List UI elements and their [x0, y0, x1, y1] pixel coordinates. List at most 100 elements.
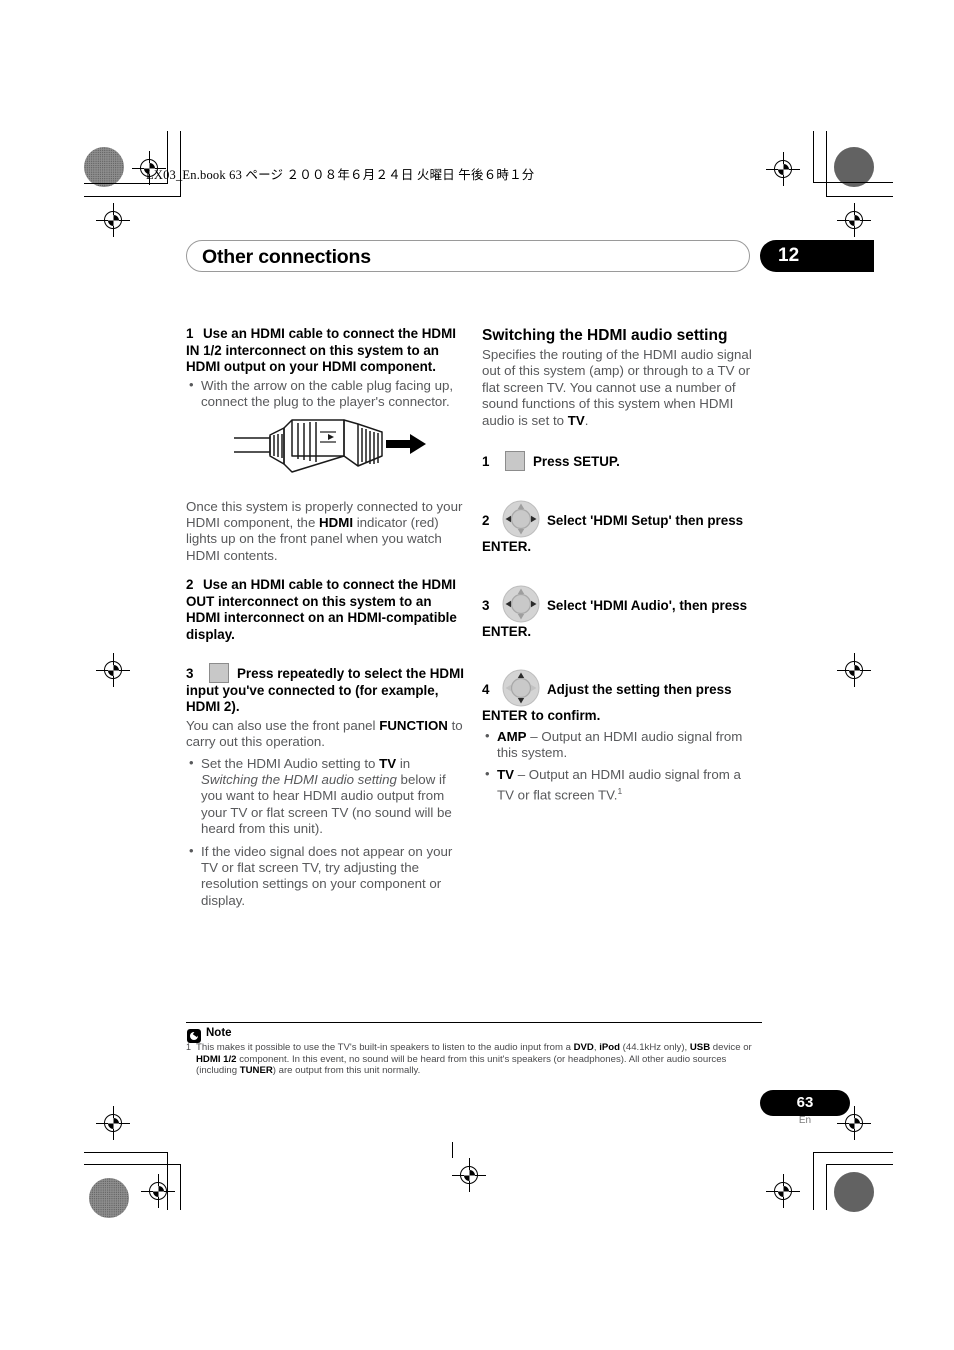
- fn-bold-usb: USB: [689, 1042, 711, 1053]
- direction-arrow-icon: [386, 434, 426, 454]
- halftone-dot-bottom-left: [89, 1178, 129, 1218]
- option-label-tv: TV: [497, 766, 514, 782]
- list-item: TV – Output an HDMI audio signal from a …: [482, 766, 760, 804]
- crop-mark: [84, 1152, 168, 1154]
- crop-mark: [813, 1152, 893, 1154]
- left-step-1-text: Use an HDMI cable to connect the HDMI IN…: [186, 326, 456, 375]
- body-part-1: You can also use the front panel: [186, 717, 380, 733]
- registration-cross-bottom-center: [452, 1158, 486, 1192]
- page-language-label: En: [798, 1115, 812, 1126]
- right-step-2: 2 Select 'HDMI Setup' then press ENTER.: [482, 499, 760, 556]
- bullet-bold-tv: TV: [379, 755, 397, 771]
- left-step-3-bullets: Set the HDMI Audio setting to TV in Swit…: [186, 755, 464, 910]
- left-step-1: 1 Use an HDMI cable to connect the HDMI I…: [186, 326, 464, 376]
- crop-mark: [813, 131, 815, 183]
- registration-cross-top-right: [766, 152, 800, 186]
- crop-mark: [826, 1164, 893, 1166]
- registration-cross-left-lower: [96, 1106, 130, 1140]
- left-step-3: 3 Press repeatedly to select the HDMI inp…: [186, 662, 464, 716]
- right-heading: Switching the HDMI audio setting: [482, 327, 728, 344]
- crop-mark: [826, 196, 893, 198]
- right-step-4-number: 4: [482, 682, 490, 698]
- registration-cross-right-mid: [837, 653, 871, 687]
- right-step-1-text: Press SETUP.: [533, 454, 620, 470]
- dpad-updown-icon[interactable]: [501, 668, 541, 708]
- list-item: Set the HDMI Audio setting to TV in Swit…: [186, 755, 464, 838]
- fn-bold-tuner: TUNER: [239, 1065, 273, 1077]
- print-job-header: LX03_En.book 63 ページ ２００８年６月２４日 火曜日 午後６時１…: [146, 168, 535, 182]
- bullet-part-2: in: [396, 755, 411, 771]
- fn-part-4: device or: [710, 1042, 752, 1053]
- note-label: Note: [206, 1027, 232, 1039]
- left-para-after-figure: Once this system is properly connected t…: [186, 499, 464, 565]
- registration-cross-bottom-left: [141, 1174, 175, 1208]
- option-desc-tv: – Output an HDMI audio signal from a TV …: [497, 766, 741, 803]
- left-step-3-body: You can also use the front panel FUNCTIO…: [186, 718, 464, 751]
- right-column: Switching the HDMI audio setting Specifi…: [482, 326, 760, 805]
- right-step-4-options: AMP – Output an HDMI audio signal from t…: [482, 728, 760, 804]
- right-step-3: 3 Select 'HDMI Audio', then press ENTER.: [482, 584, 760, 641]
- left-step-2-number: 2: [186, 577, 194, 593]
- bullet-italic-ref: Switching the HDMI audio setting: [201, 772, 397, 787]
- right-intro-paragraph: Specifies the routing of the HDMI audio …: [482, 347, 760, 429]
- footnote-number: 1: [186, 1042, 192, 1052]
- left-step-2-text: Use an HDMI cable to connect the HDMI OU…: [186, 577, 457, 642]
- option-label-amp: AMP: [497, 728, 527, 744]
- square-button-icon[interactable]: [209, 662, 229, 683]
- list-item: AMP – Output an HDMI audio signal from t…: [482, 728, 760, 762]
- footnote-divider: [186, 1022, 762, 1024]
- fn-part-6: ) are output from this unit normally.: [272, 1065, 421, 1077]
- fn-bold-ipod: iPod: [599, 1042, 621, 1053]
- footnote-text: This makes it possible to use the TV's b…: [196, 1042, 764, 1077]
- chapter-number-badge: 12: [760, 240, 874, 272]
- option-desc-amp: – Output an HDMI audio signal from this …: [497, 728, 743, 761]
- bullet-part-1: Set the HDMI Audio setting to: [201, 755, 380, 771]
- left-step-2: 2 Use an HDMI cable to connect the HDMI O…: [186, 577, 464, 643]
- crop-mark: [84, 196, 181, 198]
- left-step-1-bullets: With the arrow on the cable plug facing …: [186, 377, 464, 411]
- intro-part-1: Specifies the routing of the HDMI audio …: [482, 347, 752, 428]
- list-item: With the arrow on the cable plug facing …: [186, 377, 464, 411]
- halftone-dot-bottom-right: [834, 1172, 874, 1212]
- fn-bold-hdmi12: HDMI 1/2: [196, 1053, 237, 1065]
- dpad-icon[interactable]: [501, 584, 541, 624]
- body-bold-function: FUNCTION: [379, 717, 448, 733]
- para-bold-hdmi: HDMI: [319, 515, 354, 530]
- crop-mark: [826, 1164, 828, 1210]
- crop-mark: [813, 1152, 815, 1210]
- right-step-4: 4 Adjust the setting then press ENTER to …: [482, 668, 760, 725]
- footnote-ref[interactable]: 1: [617, 786, 622, 796]
- intro-bold-tv: TV: [567, 412, 585, 428]
- halftone-dot-top-right: [834, 147, 874, 187]
- crop-mark: [826, 131, 828, 197]
- square-button-icon[interactable]: [505, 451, 525, 472]
- dpad-icon[interactable]: [501, 499, 541, 539]
- fn-part-3: (44.1kHz only),: [620, 1042, 690, 1053]
- fn-part-1: This makes it possible to use the TV's b…: [196, 1042, 574, 1053]
- registration-cross-left-upper: [96, 203, 130, 237]
- right-step-2-number: 2: [482, 513, 490, 529]
- left-step-1-number: 1: [186, 326, 194, 341]
- intro-part-2: .: [584, 412, 589, 428]
- fn-bold-dvd: DVD: [573, 1042, 594, 1053]
- halftone-dot-top-left: [84, 147, 124, 187]
- left-step-3-number: 3: [186, 665, 194, 681]
- bullet-part-1: If the video signal does not appear on y…: [201, 843, 453, 908]
- manual-page: LX03_En.book 63 ページ ２００８年６月２４日 火曜日 午後６時１…: [0, 0, 954, 1350]
- chapter-title: Other connections: [202, 246, 371, 268]
- hdmi-cable-figure: [232, 414, 428, 488]
- crop-mark: [84, 183, 168, 185]
- note-icon: [187, 1029, 201, 1043]
- crop-mark: [180, 1164, 182, 1210]
- crop-mark: [813, 182, 893, 184]
- registration-cross-bottom-right: [766, 1174, 800, 1208]
- registration-cross-left-mid: [96, 653, 130, 687]
- right-step-3-number: 3: [482, 597, 490, 613]
- page-number-badge: 63: [760, 1090, 850, 1116]
- right-step-1: 1 Press SETUP.: [482, 451, 760, 472]
- registration-cross-right-upper: [837, 203, 871, 237]
- right-step-1-number: 1: [482, 454, 490, 470]
- crop-mark: [452, 1142, 454, 1158]
- list-item: If the video signal does not appear on y…: [186, 843, 464, 910]
- footnote-body: 1 This makes it possible to use the TV's…: [186, 1042, 764, 1077]
